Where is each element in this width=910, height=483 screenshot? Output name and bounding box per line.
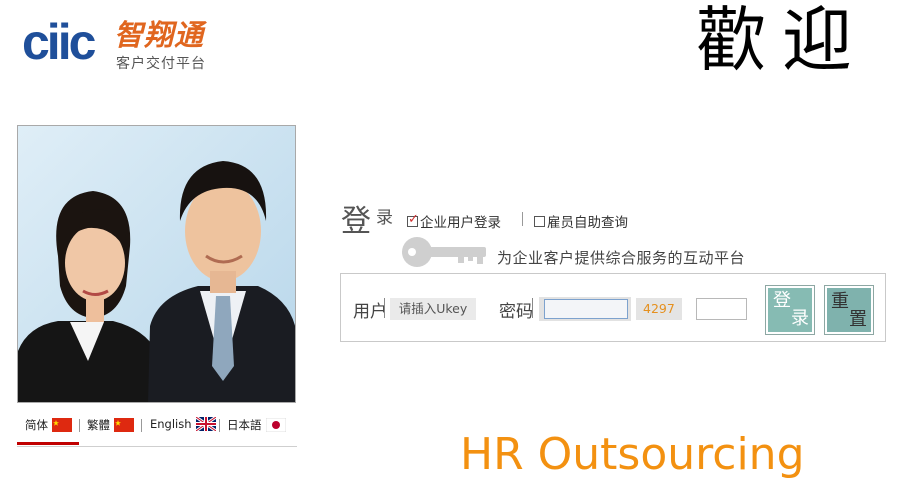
login-button[interactable]: 登 录 bbox=[765, 285, 815, 335]
welcome-heading: 歡迎 bbox=[696, 0, 868, 81]
captcha-image[interactable]: 4297 bbox=[636, 298, 682, 320]
lang-japanese[interactable]: 日本語 bbox=[227, 417, 286, 433]
lang-simplified[interactable]: 简体 bbox=[25, 417, 72, 433]
login-button-face: 登 录 bbox=[768, 288, 812, 332]
china-flag-icon bbox=[114, 418, 134, 432]
lang-separator bbox=[219, 419, 220, 432]
user-label: 用户 bbox=[353, 302, 387, 322]
lang-label: English bbox=[150, 417, 192, 431]
password-input[interactable] bbox=[544, 299, 628, 319]
hero-photo bbox=[17, 125, 296, 403]
logo-name: 智翔通 bbox=[114, 18, 205, 52]
option-employee-self-service[interactable]: 雇员自助查询 bbox=[534, 211, 628, 231]
lang-traditional[interactable]: 繁體 bbox=[87, 417, 134, 433]
logo-subtitle: 客户交付平台 bbox=[116, 56, 206, 72]
active-language-indicator bbox=[17, 442, 79, 445]
hero-photo-illustration bbox=[18, 126, 295, 402]
enterprise-login-checkbox[interactable] bbox=[407, 212, 419, 227]
password-label: 密码 bbox=[499, 302, 533, 322]
lang-separator bbox=[79, 419, 80, 432]
option-separator bbox=[522, 212, 523, 226]
login-title-small: 录 bbox=[376, 208, 393, 228]
reset-button-face: 重 置 bbox=[827, 288, 871, 332]
lang-separator bbox=[141, 419, 142, 432]
lang-label: 繁體 bbox=[87, 418, 110, 432]
option-label: 雇员自助查询 bbox=[547, 215, 628, 231]
china-flag-icon bbox=[52, 418, 72, 432]
japan-flag-icon bbox=[265, 418, 286, 432]
tagline: 为企业客户提供综合服务的互动平台 bbox=[497, 249, 746, 267]
employee-self-service-checkbox[interactable] bbox=[534, 215, 545, 227]
language-bar: 简体 繁體 English 日本語 bbox=[17, 412, 297, 447]
option-label: 企业用户登录 bbox=[420, 215, 501, 231]
reset-button[interactable]: 重 置 bbox=[824, 285, 874, 335]
captcha-input[interactable] bbox=[696, 298, 747, 320]
login-title-big: 登 bbox=[341, 204, 371, 239]
password-field-wrapper bbox=[539, 297, 631, 321]
login-button-char: 录 bbox=[791, 308, 809, 329]
uk-flag-icon bbox=[195, 417, 216, 431]
option-enterprise-login[interactable]: 企业用户登录 bbox=[407, 211, 501, 231]
field-divider bbox=[384, 298, 385, 318]
login-button-char: 登 bbox=[773, 290, 791, 311]
logo-mark: ciic bbox=[22, 14, 96, 70]
field-divider bbox=[532, 298, 533, 318]
lang-english[interactable]: English bbox=[150, 417, 216, 431]
reset-button-char: 置 bbox=[849, 309, 867, 330]
hr-outsourcing-slogan: HR Outsourcing bbox=[460, 429, 805, 480]
lang-label: 日本語 bbox=[227, 418, 262, 432]
key-icon bbox=[402, 237, 486, 267]
reset-button-char: 重 bbox=[831, 291, 849, 312]
lang-label: 简体 bbox=[25, 418, 48, 432]
ukey-field[interactable]: 请插入Ukey bbox=[390, 298, 476, 320]
